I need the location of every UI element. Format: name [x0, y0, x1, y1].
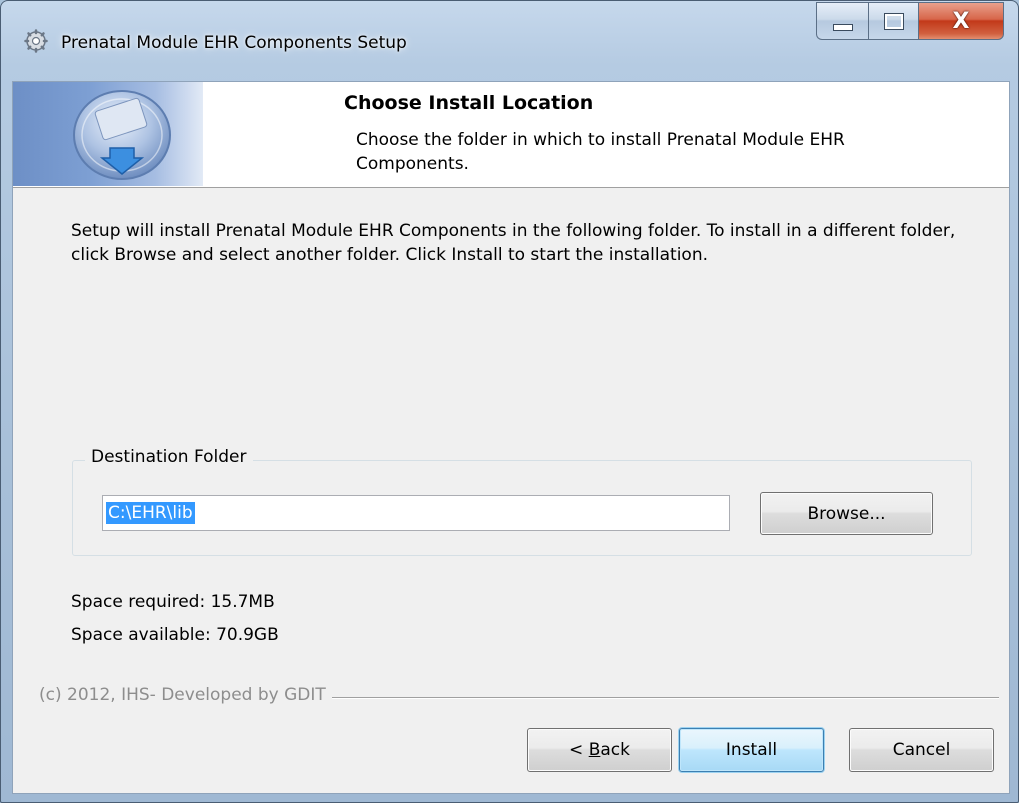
branding-text: (c) 2012, IHS- Developed by GDIT: [39, 685, 332, 705]
page-subtitle: Choose the folder in which to install Pr…: [356, 130, 845, 174]
install-button-label: Install: [725, 740, 778, 760]
space-available-text: Space available: 70.9GB: [71, 625, 279, 645]
cancel-button[interactable]: Cancel: [849, 728, 994, 772]
intro-text: Setup will install Prenatal Module EHR C…: [71, 221, 956, 265]
browse-button[interactable]: Browse...: [760, 492, 933, 535]
dialog-client-area: Choose Install Location Choose the folde…: [12, 81, 1010, 794]
cancel-button-label: Cancel: [892, 740, 951, 760]
back-button-accelerator: B: [588, 740, 601, 760]
install-button[interactable]: Install: [679, 728, 824, 772]
destination-folder-group: Destination Folder C:\EHR\lib Browse...: [72, 447, 972, 556]
destination-folder-legend: Destination Folder: [85, 447, 253, 467]
minimize-button[interactable]: [816, 2, 868, 40]
page-title: Choose Install Location: [344, 92, 594, 114]
back-button[interactable]: < Back: [527, 728, 672, 772]
space-required-text: Space required: 15.7MB: [71, 592, 275, 612]
install-disc-icon: [73, 90, 171, 180]
window-title: Prenatal Module EHR Components Setup: [61, 33, 407, 53]
back-button-label: ack: [600, 740, 630, 760]
wizard-header: Choose Install Location Choose the folde…: [13, 82, 1009, 188]
setup-gear-icon: [24, 29, 48, 53]
maximize-icon: [883, 12, 904, 30]
header-graphic-panel: [13, 82, 203, 186]
caption-buttons: X: [816, 2, 1004, 40]
browse-button-label: Browse...: [807, 503, 886, 524]
title-bar[interactable]: Prenatal Module EHR Components Setup X: [1, 1, 1018, 81]
back-button-prefix: <: [569, 740, 589, 760]
minimize-icon: [832, 23, 853, 31]
setup-window: Prenatal Module EHR Components Setup X C…: [0, 0, 1019, 803]
maximize-button[interactable]: [868, 2, 918, 40]
destination-path-input[interactable]: C:\EHR\lib: [102, 495, 730, 531]
destination-path-value: C:\EHR\lib: [106, 502, 195, 524]
close-icon: X: [952, 8, 970, 34]
close-button[interactable]: X: [918, 2, 1004, 40]
